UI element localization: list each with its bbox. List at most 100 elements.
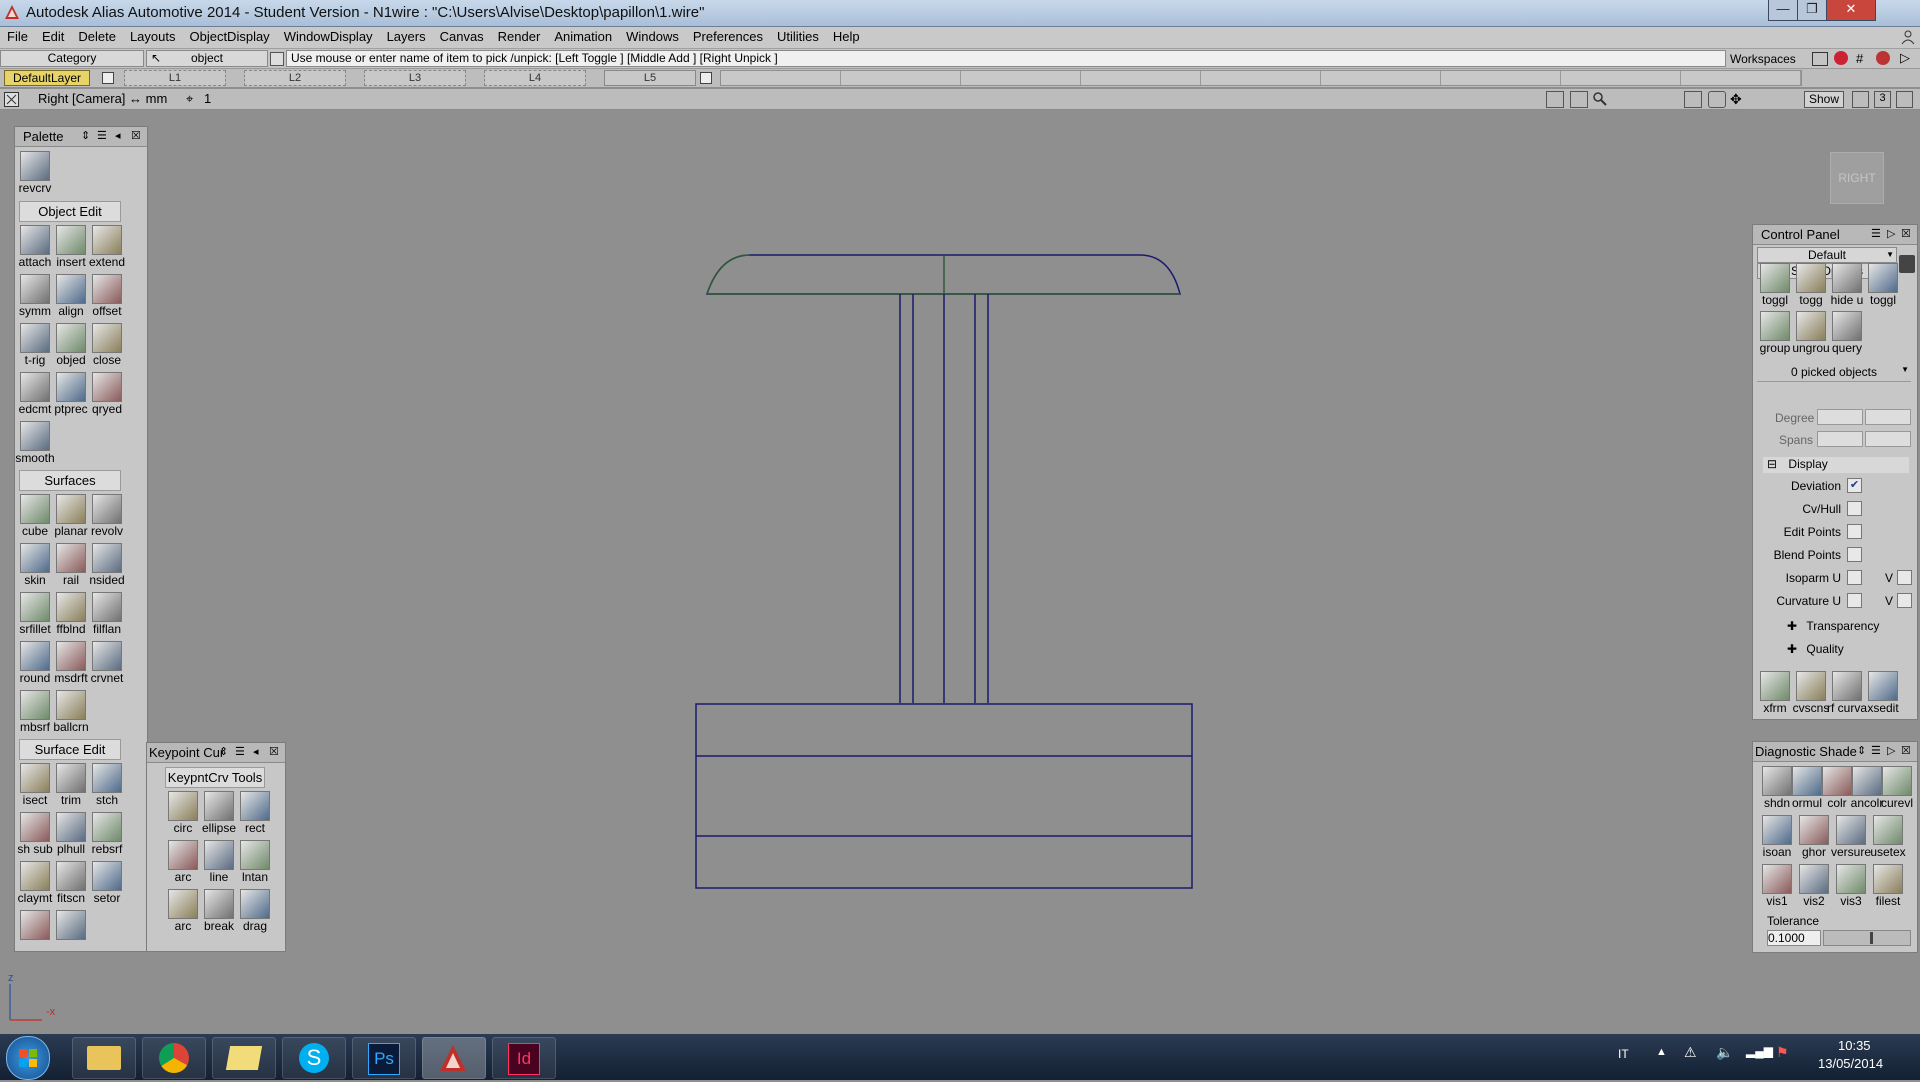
taskbar-indesign[interactable]: Id xyxy=(492,1037,556,1079)
tool-button[interactable]: arc xyxy=(165,887,201,935)
tool-button[interactable]: ungrou xyxy=(1792,309,1830,357)
perspective-icon[interactable] xyxy=(1708,91,1726,108)
tool-button[interactable]: offset xyxy=(89,272,125,320)
menu-layers[interactable]: Layers xyxy=(380,27,433,44)
palette-resize-icon[interactable]: ⇕ xyxy=(81,129,90,142)
signal-icon[interactable]: ▂▄▆ xyxy=(1746,1044,1773,1058)
prompt-message[interactable]: Use mouse or enter name of item to pick … xyxy=(286,50,1726,67)
tool-button[interactable]: claymt xyxy=(17,859,53,907)
picked-objects[interactable]: 0 picked objects ▼ xyxy=(1757,365,1911,382)
tolerance-field[interactable]: 0.1000 xyxy=(1767,930,1821,946)
view-layout-icon[interactable] xyxy=(1852,91,1869,108)
menu-layouts[interactable]: Layouts xyxy=(123,27,183,44)
layer-slot-3[interactable]: L3 xyxy=(364,70,466,86)
palette-close-icon[interactable]: ☒ xyxy=(131,129,141,142)
tool-button[interactable]: msdrft xyxy=(53,639,89,687)
tool-button[interactable]: curevl xyxy=(1879,764,1915,812)
option-v-checkbox[interactable] xyxy=(1897,593,1912,608)
tool-button[interactable]: xfrm xyxy=(1757,669,1793,717)
tool-button[interactable]: ffblnd xyxy=(53,590,89,638)
option-checkbox[interactable]: ✔ xyxy=(1847,478,1862,493)
show-button[interactable]: Show xyxy=(1804,91,1844,108)
tool-button[interactable]: vis3 xyxy=(1833,862,1869,910)
tool-button[interactable]: nsided xyxy=(89,541,125,589)
tool-button[interactable]: attach xyxy=(17,223,53,271)
menu-delete[interactable]: Delete xyxy=(71,27,123,44)
menu-render[interactable]: Render xyxy=(491,27,548,44)
default-layer[interactable]: DefaultLayer xyxy=(4,70,90,86)
tool-button[interactable]: isect xyxy=(17,761,53,809)
tool-button[interactable]: vis2 xyxy=(1796,862,1832,910)
view-close-icon[interactable] xyxy=(4,92,19,107)
degree-field-2[interactable] xyxy=(1865,409,1911,425)
taskbar-explorer[interactable] xyxy=(72,1037,136,1079)
workspace-layout-icon[interactable] xyxy=(1812,52,1828,66)
menu-windows[interactable]: Windows xyxy=(619,27,686,44)
tool-button[interactable] xyxy=(17,908,53,956)
tool-button[interactable]: isoan xyxy=(1759,813,1795,861)
tool-button[interactable]: vis1 xyxy=(1759,862,1795,910)
clock-date[interactable]: 13/05/2014 xyxy=(1818,1056,1883,1071)
taskbar-photoshop[interactable]: Ps xyxy=(352,1037,416,1079)
option-checkbox[interactable] xyxy=(1847,501,1862,516)
display-section[interactable]: ⊟ Display xyxy=(1763,457,1909,473)
spans-field[interactable] xyxy=(1817,431,1863,447)
diagnostic-menu-icon[interactable]: ☰ xyxy=(1871,744,1881,757)
tool-button[interactable]: versurevl xyxy=(1831,813,1871,861)
tool-button[interactable]: toggl xyxy=(1757,261,1793,309)
tolerance-slider[interactable] xyxy=(1823,930,1911,946)
tool-button[interactable]: group xyxy=(1757,309,1793,357)
palette-section-header[interactable]: Surface Edit xyxy=(19,739,121,760)
clock-time[interactable]: 10:35 xyxy=(1838,1038,1871,1053)
menu-preferences[interactable]: Preferences xyxy=(686,27,770,44)
tool-button[interactable]: ballcrn xyxy=(53,688,89,736)
network-warning-icon[interactable]: ⚠ xyxy=(1684,1044,1697,1061)
control-panel-close-icon[interactable]: ☒ xyxy=(1901,227,1911,240)
magnet-icon[interactable] xyxy=(1876,51,1890,65)
tool-button[interactable]: break xyxy=(201,887,237,935)
tool-button[interactable]: round xyxy=(17,639,53,687)
palette-collapse-icon[interactable]: ◂ xyxy=(115,129,121,142)
tool-button[interactable]: filflan xyxy=(89,590,125,638)
tool-button[interactable]: insert xyxy=(53,223,89,271)
menu-file[interactable]: File xyxy=(0,27,35,44)
tool-button[interactable]: srfillet xyxy=(17,590,53,638)
taskbar-chrome[interactable] xyxy=(142,1037,206,1079)
palette-menu-icon[interactable]: ☰ xyxy=(97,129,107,142)
option-checkbox[interactable] xyxy=(1847,570,1862,585)
tool-button[interactable]: drag xyxy=(237,887,273,935)
maximize-button[interactable]: ❐ xyxy=(1797,0,1827,21)
look-at-icon[interactable] xyxy=(1684,91,1702,108)
grid-snap-icon[interactable]: # xyxy=(1856,51,1863,66)
menu-animation[interactable]: Animation xyxy=(547,27,619,44)
menu-objectdisplay[interactable]: ObjectDisplay xyxy=(182,27,276,44)
camera-track-icon[interactable] xyxy=(1570,91,1588,108)
category-field[interactable]: Category xyxy=(0,50,144,67)
viewport[interactable]: RIGHT z -x xyxy=(0,110,1920,1034)
tool-button[interactable]: circ xyxy=(165,789,201,837)
keypoint-collapse-icon[interactable]: ◂ xyxy=(253,745,259,758)
tool-button[interactable]: usetex xyxy=(1870,813,1906,861)
view-maximize-icon[interactable] xyxy=(1896,91,1913,108)
diagnostic-close-icon[interactable]: ☒ xyxy=(1901,744,1911,757)
tool-button[interactable]: toggl xyxy=(1865,261,1901,309)
menu-canvas[interactable]: Canvas xyxy=(433,27,491,44)
pick-object-field[interactable]: ↖ object xyxy=(146,50,268,67)
tool-button[interactable]: trim xyxy=(53,761,89,809)
prompt-menu-icon[interactable] xyxy=(270,52,284,66)
start-button[interactable] xyxy=(6,1036,50,1080)
palette-section-header[interactable]: Surfaces xyxy=(19,470,121,491)
transparency-row[interactable]: ✚ Transparency xyxy=(1787,619,1879,633)
tool-button[interactable]: ellipse xyxy=(201,789,237,837)
trash-icon[interactable] xyxy=(1899,255,1915,273)
tolerance-slider-handle[interactable] xyxy=(1870,932,1873,944)
language-indicator[interactable]: IT xyxy=(1618,1047,1629,1061)
tool-button[interactable]: stch xyxy=(89,761,125,809)
tool-button[interactable]: query xyxy=(1829,309,1865,357)
option-v-checkbox[interactable] xyxy=(1897,570,1912,585)
tool-button[interactable]: qryed xyxy=(89,370,125,418)
layer-slot-1[interactable]: L1 xyxy=(124,70,226,86)
workspace-tool-icon[interactable] xyxy=(1834,51,1848,65)
layer-slot-2[interactable]: L2 xyxy=(244,70,346,86)
option-checkbox[interactable] xyxy=(1847,524,1862,539)
